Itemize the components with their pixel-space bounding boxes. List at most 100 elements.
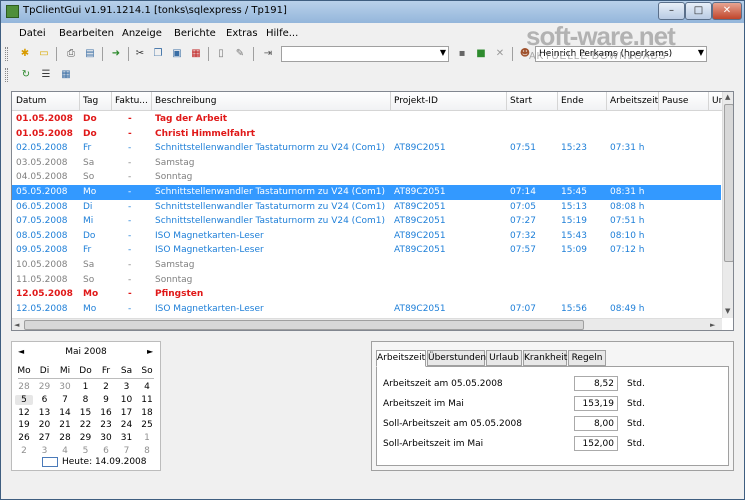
list-view-icon[interactable]: ☰ <box>38 67 54 83</box>
save-icon[interactable]: ▪ <box>454 46 470 62</box>
table-row[interactable]: 12.05.2008 Mo - Pfingsten <box>12 287 721 302</box>
export-icon[interactable]: ➜ <box>108 46 124 62</box>
horizontal-scroll-thumb[interactable] <box>24 320 584 330</box>
calendar-day[interactable]: 27 <box>36 433 54 443</box>
scroll-up-icon[interactable]: ▲ <box>725 93 730 101</box>
table-row[interactable]: 07.05.2008 Mi - Schnittstellenwandler Tasta… <box>12 214 721 229</box>
horizontal-scrollbar[interactable]: ◄ ► <box>12 318 722 330</box>
column-divider[interactable] <box>606 92 607 111</box>
new-icon[interactable]: ✱ <box>17 46 33 62</box>
table-row[interactable]: 08.05.2008 Do - ISO Magnetkarten-Leser AT89C… <box>12 229 721 244</box>
print-preview-icon[interactable]: ▤ <box>82 46 98 62</box>
column-divider[interactable] <box>151 92 152 111</box>
calendar-day[interactable]: 15 <box>77 408 95 418</box>
toolbar-grip[interactable] <box>5 47 8 61</box>
calendar-day[interactable]: 21 <box>56 420 74 430</box>
calendar-day[interactable]: 9 <box>97 395 115 405</box>
document-icon[interactable]: ▯ <box>213 46 229 62</box>
column-header-arbeitszeit[interactable]: Arbeitszeit <box>610 96 658 106</box>
column-header-urlaub[interactable]: Ur <box>712 96 722 106</box>
table-row[interactable]: 01.05.2008 Do - Christi Himmelfahrt <box>12 127 721 142</box>
copy-icon[interactable]: ❐ <box>150 46 166 62</box>
calendar-day[interactable]: 6 <box>97 446 115 456</box>
table-row[interactable]: 03.05.2008 Sa - Samstag <box>12 156 721 171</box>
calendar-day[interactable]: 18 <box>138 408 156 418</box>
calendar-month-title[interactable]: Mai 2008 <box>12 347 160 357</box>
column-divider[interactable] <box>79 92 80 111</box>
tab-urlaub[interactable]: Urlaub <box>486 350 522 366</box>
table-row[interactable]: 10.05.2008 Sa - Samstag <box>12 258 721 273</box>
today-link[interactable]: Heute: 14.09.2008 <box>62 457 147 467</box>
table-row[interactable]: 09.05.2008 Fr - ISO Magnetkarten-Leser AT89C… <box>12 243 721 258</box>
calendar-day[interactable]: 17 <box>118 408 136 418</box>
calendar-day[interactable]: 2 <box>97 382 115 392</box>
calendar-day[interactable]: 3 <box>36 446 54 456</box>
calendar-day[interactable]: 29 <box>77 433 95 443</box>
tab-ueberstunden[interactable]: Überstunden <box>427 350 486 366</box>
table-row[interactable]: 04.05.2008 So - Sonntag <box>12 170 721 185</box>
paste-icon[interactable]: ▣ <box>169 46 185 62</box>
table-row[interactable]: 05.05.2008 Mo - Schnittstellenwandler Tasta… <box>12 185 721 200</box>
calendar-day[interactable]: 11 <box>138 395 156 405</box>
menu-berichte[interactable]: Berichte <box>174 28 216 39</box>
calendar-day[interactable]: 8 <box>138 446 156 456</box>
column-header-projekt-id[interactable]: Projekt-ID <box>394 96 438 106</box>
calendar-day[interactable]: 28 <box>56 433 74 443</box>
tab-arbeitszeit[interactable]: Arbeitszeit <box>376 350 426 367</box>
title-bar[interactable]: TpClientGui v1.91.1214.1 [tonks\sqlexpre… <box>1 1 744 23</box>
calendar-day[interactable]: 4 <box>56 446 74 456</box>
column-header-start[interactable]: Start <box>510 96 532 106</box>
field-value[interactable]: 8,00 <box>574 416 618 431</box>
column-divider[interactable] <box>111 92 112 111</box>
maximize-button[interactable]: □ <box>685 2 712 20</box>
edit-document-icon[interactable]: ✎ <box>232 46 248 62</box>
menu-hilfe[interactable]: Hilfe... <box>266 28 298 39</box>
menu-datei[interactable]: Datei <box>19 28 46 39</box>
calendar-day[interactable]: 4 <box>138 382 156 392</box>
calendar-day[interactable]: 30 <box>56 382 74 392</box>
calendar-day[interactable]: 16 <box>97 408 115 418</box>
open-folder-icon[interactable]: ▭ <box>36 46 52 62</box>
field-value[interactable]: 152,00 <box>574 436 618 451</box>
scroll-left-icon[interactable]: ◄ <box>14 321 19 329</box>
calendar-day[interactable]: 23 <box>97 420 115 430</box>
calendar-day[interactable]: 5 <box>15 394 33 405</box>
table-row[interactable]: 01.05.2008 Do - Tag der Arbeit <box>12 112 721 127</box>
calendar-day[interactable]: 12 <box>15 408 33 418</box>
menu-bearbeiten[interactable]: Bearbeiten <box>59 28 114 39</box>
scroll-down-icon[interactable]: ▼ <box>725 307 730 315</box>
book-icon[interactable]: ■ <box>473 46 489 62</box>
refresh-icon[interactable]: ↻ <box>18 67 34 83</box>
calendar-day[interactable]: 3 <box>118 382 136 392</box>
calendar-day[interactable]: 20 <box>36 420 54 430</box>
calendar-day[interactable]: 7 <box>118 446 136 456</box>
vertical-scroll-thumb[interactable] <box>724 104 733 262</box>
close-button[interactable]: ✕ <box>712 2 742 20</box>
calendar-day[interactable]: 1 <box>77 382 95 392</box>
column-header-tag[interactable]: Tag <box>83 96 98 106</box>
calendar-day[interactable]: 8 <box>77 395 95 405</box>
calendar-day[interactable]: 29 <box>36 382 54 392</box>
tab-regeln[interactable]: Regeln <box>568 350 606 366</box>
column-header-ende[interactable]: Ende <box>561 96 584 106</box>
calendar-day[interactable]: 2 <box>15 446 33 456</box>
column-header-beschreibung[interactable]: Beschreibung <box>155 96 216 106</box>
project-dropdown[interactable]: ▼ <box>281 46 449 62</box>
toolbar-grip[interactable] <box>5 68 8 82</box>
calendar-day[interactable]: 13 <box>36 408 54 418</box>
calendar-day[interactable]: 14 <box>56 408 74 418</box>
column-header-faktura[interactable]: Faktu... <box>115 96 148 106</box>
calendar-day[interactable]: 24 <box>118 420 136 430</box>
table-row[interactable]: 11.05.2008 So - Sonntag <box>12 273 721 288</box>
goto-icon[interactable]: ⇥ <box>260 46 276 62</box>
calendar-day[interactable]: 10 <box>118 395 136 405</box>
calendar-day[interactable]: 19 <box>15 420 33 430</box>
column-divider[interactable] <box>708 92 709 111</box>
calendar-day[interactable]: 26 <box>15 433 33 443</box>
table-row[interactable]: 12.05.2008 Mo - ISO Magnetkarten-Leser AT89C… <box>12 302 721 317</box>
calendar-day[interactable]: 1 <box>138 433 156 443</box>
calendar-day[interactable]: 22 <box>77 420 95 430</box>
delete-icon[interactable]: ▦ <box>188 46 204 62</box>
calendar-day[interactable]: 31 <box>118 433 136 443</box>
calendar-day[interactable]: 30 <box>97 433 115 443</box>
